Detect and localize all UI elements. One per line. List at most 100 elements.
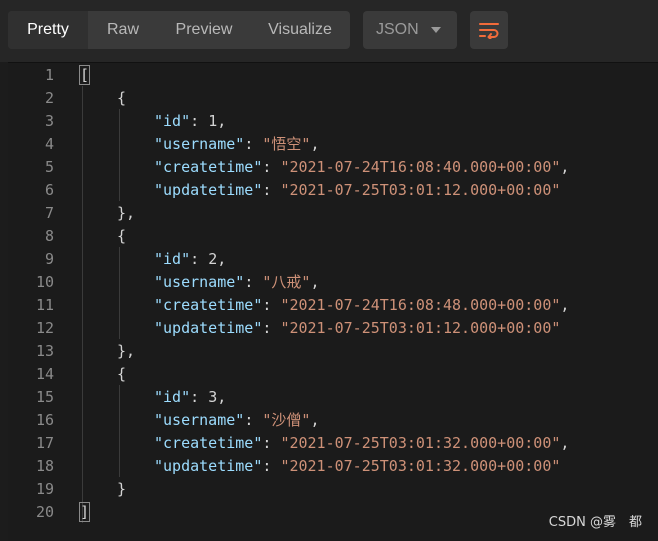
line-number: 17 (35, 434, 54, 452)
tab-preview[interactable]: Preview (158, 11, 250, 49)
code-line: 9 "id": 2, (8, 248, 648, 271)
json-punctuation: [ (78, 65, 91, 85)
json-punctuation: , (560, 434, 570, 452)
line-number: 19 (35, 480, 54, 498)
json-punctuation: }, (117, 342, 136, 360)
code-line: 4 "username": "悟空", (8, 133, 648, 156)
json-key: "username" (154, 411, 245, 429)
json-punctuation: : (262, 457, 281, 475)
json-punctuation: { (117, 365, 127, 383)
json-key: "id" (154, 250, 191, 268)
wrap-lines-icon (479, 23, 499, 39)
json-punctuation: , (560, 158, 570, 176)
json-punctuation: { (117, 89, 127, 107)
code-content: { (117, 363, 126, 386)
code-content: ] (78, 501, 91, 524)
json-key: "createtime" (154, 158, 263, 176)
code-line: 10 "username": "八戒", (8, 271, 648, 294)
code-content: "updatetime": "2021-07-25T03:01:12.000+0… (154, 179, 560, 202)
code-content: "id": 2, (154, 248, 226, 271)
json-string: "悟空" (262, 135, 311, 153)
view-mode-tabs: Pretty Raw Preview Visualize (8, 11, 350, 49)
json-key: "updatetime" (154, 319, 263, 337)
line-number: 20 (35, 503, 54, 521)
code-line: 1[ (8, 64, 648, 87)
json-punctuation: }, (117, 204, 136, 222)
json-punctuation: , (560, 296, 570, 314)
code-line: 14 { (8, 363, 648, 386)
code-line: 6 "updatetime": "2021-07-25T03:01:12.000+… (8, 179, 648, 202)
json-string: "2021-07-25T03:01:12.000+00:00" (280, 181, 561, 199)
format-select[interactable]: JSON (363, 11, 457, 49)
line-number: 6 (44, 181, 54, 199)
json-punctuation: : (244, 411, 263, 429)
json-number: 1 (208, 112, 218, 130)
code-line: 8{ (8, 225, 648, 248)
json-key: "createtime" (154, 296, 263, 314)
code-line: 18 "updatetime": "2021-07-25T03:01:32.000… (8, 455, 648, 478)
json-punctuation: : (262, 158, 281, 176)
code-content: "id": 3, (154, 386, 226, 409)
code-line: 3 "id": 1, (8, 110, 648, 133)
json-punctuation: : (244, 273, 263, 291)
json-punctuation: , (310, 273, 320, 291)
tab-visualize[interactable]: Visualize (250, 11, 350, 49)
line-number: 2 (44, 89, 54, 107)
line-number: 10 (35, 273, 54, 291)
code-content: "createtime": "2021-07-24T16:08:48.000+0… (154, 294, 569, 317)
json-punctuation: { (117, 227, 127, 245)
code-line: 16 "username": "沙僧", (8, 409, 648, 432)
json-key: "createtime" (154, 434, 263, 452)
json-string: "2021-07-25T03:01:32.000+00:00" (280, 434, 561, 452)
format-select-value: JSON (376, 21, 419, 38)
code-content: [ (78, 64, 91, 87)
response-toolbar: Pretty Raw Preview Visualize JSON (0, 0, 658, 62)
json-punctuation: : (190, 112, 209, 130)
line-number: 4 (44, 135, 54, 153)
code-line: 2{ (8, 87, 648, 110)
json-punctuation: } (117, 480, 127, 498)
tab-raw[interactable]: Raw (88, 11, 158, 49)
line-number: 5 (44, 158, 54, 176)
json-punctuation: : (244, 135, 263, 153)
json-key: "id" (154, 112, 191, 130)
json-key: "id" (154, 388, 191, 406)
line-number: 14 (35, 365, 54, 383)
line-number: 3 (44, 112, 54, 130)
watermark: CSDN @雾 都 (548, 515, 642, 530)
line-number: 1 (44, 66, 54, 84)
line-number: 13 (35, 342, 54, 360)
json-punctuation: : (190, 388, 209, 406)
code-line: 11 "createtime": "2021-07-24T16:08:48.000… (8, 294, 648, 317)
line-number: 15 (35, 388, 54, 406)
tab-pretty[interactable]: Pretty (8, 11, 88, 49)
line-number: 11 (35, 296, 54, 314)
line-number: 7 (44, 204, 54, 222)
line-number: 9 (44, 250, 54, 268)
line-number: 18 (35, 457, 54, 475)
code-line: 13}, (8, 340, 648, 363)
code-content: }, (117, 340, 135, 363)
chevron-down-icon (431, 27, 441, 33)
json-punctuation: , (217, 112, 227, 130)
code-content: "updatetime": "2021-07-25T03:01:12.000+0… (154, 317, 560, 340)
json-punctuation: : (262, 181, 281, 199)
code-content: "username": "悟空", (154, 133, 319, 156)
wrap-lines-button[interactable] (470, 11, 508, 49)
json-number: 3 (208, 388, 218, 406)
json-punctuation: : (262, 296, 281, 314)
json-punctuation: , (217, 250, 227, 268)
json-string: "沙僧" (262, 411, 311, 429)
code-content: { (117, 225, 126, 248)
line-number: 8 (44, 227, 54, 245)
json-key: "updatetime" (154, 457, 263, 475)
code-line: 7}, (8, 202, 648, 225)
json-response-body[interactable]: 1[2{3 "id": 1, 4 "username": "悟空", 5 "createt… (8, 62, 658, 541)
json-string: "八戒" (262, 273, 311, 291)
json-punctuation: : (262, 434, 281, 452)
json-punctuation: : (190, 250, 209, 268)
code-content: "createtime": "2021-07-25T03:01:32.000+0… (154, 432, 569, 455)
code-content: "username": "八戒", (154, 271, 319, 294)
code-line: 12 "updatetime": "2021-07-25T03:01:12.000… (8, 317, 648, 340)
code-line: 5 "createtime": "2021-07-24T16:08:40.000+… (8, 156, 648, 179)
